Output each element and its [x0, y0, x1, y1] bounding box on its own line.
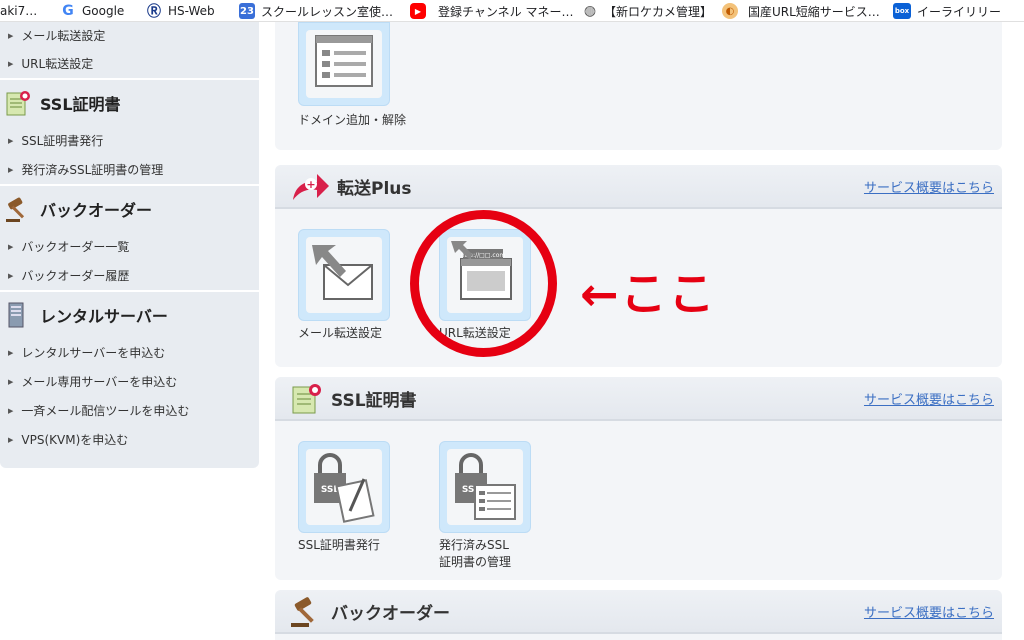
- gavel-icon: [291, 597, 314, 627]
- sidebar-item-rental-server[interactable]: ▶ レンタルサーバーを申込む: [0, 338, 259, 367]
- annotation-arrow-text: ←ここ: [580, 267, 717, 321]
- sidebar-item-mail-server[interactable]: ▶ メール専用サーバーを申込む: [0, 367, 259, 396]
- google-icon: G: [62, 3, 74, 19]
- panel-title: バックオーダー: [331, 603, 450, 624]
- sidebar-section-backorder: バックオーダー: [0, 186, 259, 232]
- service-overview-link[interactable]: サービス概要はこちら: [864, 177, 994, 196]
- ssl-certificate-icon: [6, 91, 30, 116]
- sidebar: ▶ メール転送設定 ▶ URL転送設定 SSL証明書 ▶ SSL証明書発行 ▶ 発行済み…: [0, 22, 259, 468]
- bookmarks-bar: aki7… G Google Ⓡ HS-Web 23 スクールレッスン室使… ▶…: [0, 0, 1024, 22]
- sidebar-item-url-forward[interactable]: ▶ URL転送設定: [0, 49, 259, 78]
- bullet-triangle-icon: ▶: [8, 31, 14, 40]
- bullet-triangle-icon: ▶: [8, 435, 14, 444]
- character-icon: ◐: [722, 3, 738, 19]
- box-icon: box: [893, 3, 911, 19]
- youtube-icon: ▶: [410, 3, 426, 19]
- ssl-issue-tile[interactable]: SSL: [298, 441, 390, 533]
- mail-forward-tile[interactable]: [298, 229, 390, 321]
- mail-forward-icon: [306, 237, 382, 313]
- service-overview-link[interactable]: サービス概要はこちら: [864, 389, 994, 408]
- bookmark-rokekame[interactable]: ◍ 【新ロケカメ管理】: [582, 2, 712, 20]
- sidebar-section-rental-server: レンタルサーバー: [0, 292, 259, 338]
- sidebar-item-ssl-issue[interactable]: ▶ SSL証明書発行: [0, 126, 259, 155]
- sidebar-item-bulk-mail[interactable]: ▶ 一斉メール配信ツールを申込む: [0, 396, 259, 425]
- ssl-panel: SSL証明書 サービス概要はこちら SSL SSL証明書発行 SSL 発行済みS…: [275, 377, 1002, 580]
- svg-text:+: +: [306, 178, 315, 191]
- mail-forward-label: メール転送設定: [298, 326, 383, 340]
- domain-tile-label: ドメイン追加・解除: [298, 113, 407, 127]
- bullet-triangle-icon: ▶: [8, 348, 14, 357]
- domain-add-remove-tile[interactable]: [298, 22, 390, 106]
- backorder-panel: バックオーダー サービス概要はこちら: [275, 590, 1002, 640]
- sidebar-section-ssl: SSL証明書: [0, 80, 259, 126]
- ssl-manage-label: 発行済みSSL 証明書の管理: [439, 538, 512, 569]
- bullet-triangle-icon: ▶: [8, 242, 14, 251]
- panel-title: SSL証明書: [331, 390, 417, 411]
- ssl-issue-label: SSL証明書発行: [298, 538, 380, 552]
- bookmark-lilly[interactable]: box イーライリリー: [893, 2, 1001, 20]
- bookmark-aki[interactable]: aki7…: [0, 2, 37, 20]
- sidebar-item-ssl-manage[interactable]: ▶ 発行済みSSL証明書の管理: [0, 155, 259, 184]
- bullet-triangle-icon: ▶: [8, 59, 14, 68]
- sidebar-item-backorder-history[interactable]: ▶ バックオーダー履歴: [0, 261, 259, 290]
- bullet-triangle-icon: ▶: [8, 406, 14, 415]
- ssl-certificate-icon: [292, 384, 321, 414]
- sidebar-item-mail-forward[interactable]: ▶ メール転送設定: [0, 22, 259, 49]
- globe-icon: ◍: [583, 3, 597, 19]
- sidebar-item-vps[interactable]: ▶ VPS(KVM)を申込む: [0, 425, 259, 454]
- calendar-23-icon: 23: [239, 3, 255, 19]
- bookmark-school[interactable]: 23 スクールレッスン室使…: [239, 2, 393, 20]
- r-logo-icon: Ⓡ: [147, 4, 161, 20]
- forward-plus-icon: +: [293, 174, 329, 200]
- bullet-triangle-icon: ▶: [8, 271, 14, 280]
- bullet-triangle-icon: ▶: [8, 165, 14, 174]
- bookmark-google[interactable]: G Google: [60, 2, 124, 20]
- ssl-manage-tile[interactable]: SSL: [439, 441, 531, 533]
- bookmark-hs-web[interactable]: Ⓡ HS-Web: [146, 2, 215, 20]
- form-icon: [306, 30, 382, 98]
- gavel-icon: [6, 197, 25, 222]
- bullet-triangle-icon: ▶: [8, 136, 14, 145]
- bookmark-url-shortener[interactable]: ◐ 国産URL短縮サービス…: [722, 2, 880, 20]
- bookmark-youtube[interactable]: ▶ 登録チャンネル マネー…: [410, 2, 573, 20]
- tenso-plus-header: + 転送Plus サービス概要はこちら: [275, 165, 1002, 209]
- service-overview-link[interactable]: サービス概要はこちら: [864, 602, 994, 621]
- panel-title: 転送Plus: [337, 178, 412, 199]
- ssl-header: SSL証明書 サービス概要はこちら: [275, 377, 1002, 421]
- ssl-manage-icon: SSL: [447, 449, 523, 525]
- sidebar-item-backorder-list[interactable]: ▶ バックオーダー一覧: [0, 232, 259, 261]
- bullet-triangle-icon: ▶: [8, 377, 14, 386]
- backorder-header: バックオーダー サービス概要はこちら: [275, 590, 1002, 634]
- server-icon: [8, 302, 24, 328]
- highlight-circle: [410, 210, 557, 357]
- domain-panel: ドメイン追加・解除: [275, 22, 1002, 150]
- ssl-issue-icon: SSL: [306, 449, 382, 525]
